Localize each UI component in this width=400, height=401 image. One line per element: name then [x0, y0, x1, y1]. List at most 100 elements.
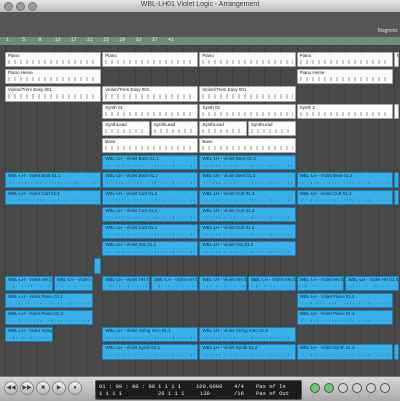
region-label: WBL-LH - Violet Curt 01.2	[202, 207, 255, 213]
audio-region[interactable]	[393, 189, 399, 205]
midi-region[interactable]: Synth 01	[199, 103, 296, 119]
region-label: WBL-LH - Violet Vox 01.1	[105, 242, 157, 248]
record-icon[interactable]: ●	[68, 381, 82, 395]
midi-region[interactable]	[393, 103, 399, 119]
arrange-area[interactable]: Piano Piano Piano Piano Piano Piano Heme Piano…	[0, 46, 400, 376]
bar-ruler[interactable]: 1 5 9 13 17 21 25 29 33 37 41	[0, 37, 400, 46]
note-events	[299, 111, 390, 116]
audio-region[interactable]: WBL-LH - Violet Curt 01.1	[102, 224, 199, 240]
cycle-icon[interactable]	[310, 383, 320, 393]
tuner-icon[interactable]	[380, 383, 390, 393]
audio-region[interactable]	[393, 344, 399, 360]
ruler-tick: 5	[22, 37, 26, 43]
region-label: WBL-LH - Violet HH 01.6	[251, 276, 295, 282]
audio-region[interactable]	[393, 172, 399, 188]
midi-region[interactable]: Synth 2	[296, 103, 393, 119]
ruler-tick: 21	[87, 37, 94, 43]
waveform	[201, 215, 294, 219]
audio-region[interactable]: WBL-LH - Violet Piano 01.3	[5, 310, 94, 326]
midi-region[interactable]: SynthLead	[102, 120, 150, 136]
audio-region[interactable]: WBL-LH - Violet Beat 01.2	[102, 172, 199, 188]
stop-icon[interactable]: ■	[36, 381, 50, 395]
note-events	[202, 111, 293, 116]
solo-icon[interactable]	[338, 383, 348, 393]
audio-region[interactable]: WBL-LH - Violet Piano 01.1	[5, 292, 94, 308]
region-label: WBL-LH - Violet Curt 01.2	[202, 225, 255, 230]
audio-region[interactable]: WBL-LH - Violet Piano 01.4	[296, 310, 393, 326]
audio-region[interactable]: WBL-LH - Violet Curt 01.4	[296, 189, 393, 205]
metronome-icon[interactable]	[366, 383, 376, 393]
audio-region[interactable]: WBL-LH - Violet Curt 01.1	[5, 189, 102, 205]
midi-region[interactable]: Violon/Trem Easy 001	[5, 86, 102, 102]
waveform	[104, 198, 197, 202]
region-label: WBL-LH - Violet Synth 01.3	[299, 345, 355, 351]
waveform	[7, 181, 100, 185]
audio-region[interactable]: WBL-LH - Violet Curt 01.2	[102, 189, 199, 205]
forward-icon[interactable]: ▶▶	[20, 381, 34, 395]
ruler-tick: 33	[135, 37, 142, 43]
audio-region[interactable]: WBL-LH - Violet String Intro 01.1	[102, 327, 199, 343]
waveform	[201, 164, 294, 168]
midi-region[interactable]: Synth 01	[102, 103, 199, 119]
audio-region[interactable]: WBL-LH - Violet HH 01.5	[199, 275, 247, 291]
midi-region[interactable]: Piano	[102, 52, 199, 68]
audio-region[interactable]: WBL-LH - Violet HH 01.2	[53, 275, 94, 291]
region-label: WBL-LH - Violet Beat 01.3	[202, 173, 256, 179]
audio-region[interactable]: WBL-LH - Violet HH 01.1	[5, 275, 53, 291]
region-label: Piano Heme	[8, 70, 33, 76]
midi-region[interactable]: Piano	[393, 52, 399, 68]
midi-region[interactable]: SynthLead	[199, 120, 247, 136]
midi-region[interactable]: Violon/Trem Easy 001	[102, 86, 199, 102]
midi-region[interactable]: Violon/Trem Easy 001	[199, 86, 296, 102]
midi-region[interactable]: Piano Heme	[5, 69, 102, 85]
midi-region[interactable]: Bass	[102, 138, 199, 154]
replace-icon[interactable]	[324, 383, 334, 393]
note-events	[105, 94, 196, 99]
region-label: WBL-LH - Violet Piano 01.1	[8, 293, 63, 299]
audio-region[interactable]: WBL-LH - Violet Synth 01.1	[102, 344, 199, 360]
signature-value: 4/4	[234, 383, 244, 390]
audio-region[interactable]: WBL-LH - Violet String Intro 01.1	[5, 327, 53, 343]
audio-region[interactable]: WBL-LH - Violet HH 01.8	[345, 275, 399, 291]
midi-region[interactable]: Piano	[5, 52, 102, 68]
audio-region[interactable]: WBL-LH - Violet Bass 01.1	[102, 155, 199, 171]
audio-region[interactable]: WBL-LH - Violet HH 01.6	[248, 275, 296, 291]
note-events	[202, 146, 293, 151]
audio-region[interactable]: WBL-LH - Violet String Intro 01.2	[199, 327, 296, 343]
midi-region[interactable]: Bass	[199, 138, 296, 154]
midi-region[interactable]: Piano Heme	[296, 69, 393, 85]
audio-region[interactable]: WBL-LH - Violet Bass 01.2	[199, 155, 296, 171]
region-label: WBL-LH - Violet HH 01.1	[8, 276, 52, 282]
midi-region[interactable]: SynthLead	[150, 120, 199, 136]
audio-region[interactable]: WBL-LH - Violet HH 01.3	[102, 275, 150, 291]
audio-region[interactable]: WBL-LH - Violet Curt 01.2	[199, 206, 296, 222]
lcd-display[interactable]: 01 : 00 : 00 : 00 1 1 1 1 1 1 1 1 26 1 1…	[95, 380, 302, 400]
region-label: WBL-LH - Violet String Intro 01.2	[202, 328, 268, 334]
rewind-icon[interactable]: ◀◀	[4, 381, 18, 395]
bar-gridline	[329, 46, 330, 376]
note-events	[202, 60, 293, 65]
audio-region[interactable]: WBL-LH - Violet Synth 01.2	[199, 344, 296, 360]
region-label: WBL-LH - Violet Curt 01.4	[299, 190, 352, 196]
audio-region[interactable]: WBL-LH - Violet Synth 01.3	[296, 344, 393, 360]
audio-region[interactable]: WBL-LH - Violet Vox 01.2	[199, 241, 296, 257]
audio-region[interactable]: WBL-LH - Violet Curt 01.1	[102, 206, 199, 222]
region-label: WBL-LH - Violet Beat 01.2	[105, 173, 158, 179]
play-icon[interactable]: ▶	[52, 381, 66, 395]
audio-region[interactable]: WBL-LH - Violet Piano 01.2	[296, 292, 393, 308]
ruler-tick: 37	[151, 37, 158, 43]
audio-region[interactable]: WBL-LH - Violet HH 01.4	[150, 275, 199, 291]
midi-region[interactable]: SynthLead	[248, 120, 296, 136]
midi-region[interactable]: Piano	[296, 52, 393, 68]
audio-region[interactable]: WBL-LH - Violet Curt 01.3	[199, 189, 296, 205]
note-events	[153, 128, 196, 133]
audio-region[interactable]: WBL-LH - Violet Vox 01.1	[102, 241, 199, 257]
sync-icon[interactable]	[352, 383, 362, 393]
audio-region[interactable]: WBL-LH - Violet HH 01.7	[296, 275, 345, 291]
audio-region[interactable]: WBL-LH - Violet Beat 01.1	[5, 172, 102, 188]
audio-region[interactable]	[94, 258, 102, 274]
audio-region[interactable]: WBL-LH - Violet Curt 01.2	[199, 224, 296, 240]
midi-region[interactable]: Piano	[199, 52, 296, 68]
audio-region[interactable]: WBL-LH - Violet Beat 01.3	[199, 172, 296, 188]
audio-region[interactable]: WBL-LH - Violet Beat 01.4	[296, 172, 393, 188]
